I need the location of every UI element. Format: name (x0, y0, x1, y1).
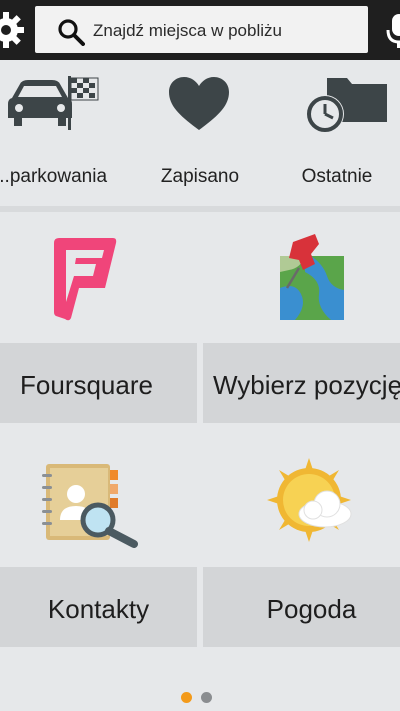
top-bar: Znajdź miejsca w pobliżu (0, 0, 400, 60)
shortcut-label: Zapisano (160, 166, 240, 187)
weather-sun-cloud-icon (267, 458, 352, 542)
shortcuts-row: ...parkowania Zapisano Ostatnie (0, 60, 400, 206)
page-dot[interactable] (201, 692, 212, 703)
shortcut-label: ...parkowania (0, 166, 108, 187)
tile-caption: Foursquare (0, 343, 197, 423)
tile-contacts[interactable]: Kontakty (0, 436, 197, 647)
shortcut-label: Ostatnie (301, 166, 373, 187)
tile-caption: Kontakty (0, 567, 197, 647)
car-flag-icon (8, 76, 99, 130)
shortcut-parking[interactable]: ...parkowania (0, 60, 118, 206)
microphone-icon[interactable] (386, 10, 400, 50)
heart-icon (169, 77, 229, 130)
tile-label: Wybierz pozycję (213, 370, 400, 400)
search-placeholder: Znajdź miejsca w pobliżu (93, 21, 282, 40)
address-book-icon (42, 464, 138, 548)
foursquare-icon (54, 238, 117, 321)
map-pin-icon (280, 234, 344, 320)
tile-foursquare[interactable]: Foursquare (0, 212, 197, 423)
tile-label: Pogoda (266, 594, 357, 624)
tile-weather[interactable]: Pogoda (203, 436, 400, 647)
tile-caption: Wybierz pozycję (203, 343, 400, 423)
tile-caption: Pogoda (203, 567, 400, 647)
shortcut-recent[interactable]: Ostatnie (285, 60, 400, 206)
tile-choose-position[interactable]: Wybierz pozycję (203, 212, 400, 423)
search-icon (58, 19, 85, 46)
gear-icon[interactable] (0, 10, 26, 50)
shortcut-saved[interactable]: Zapisano (140, 60, 260, 206)
clock-folder-icon (306, 78, 387, 133)
tile-label: Foursquare (20, 370, 153, 400)
tile-label: Kontakty (47, 594, 150, 624)
page-dot-active[interactable] (181, 692, 192, 703)
search-input[interactable]: Znajdź miejsca w pobliżu (35, 6, 368, 53)
